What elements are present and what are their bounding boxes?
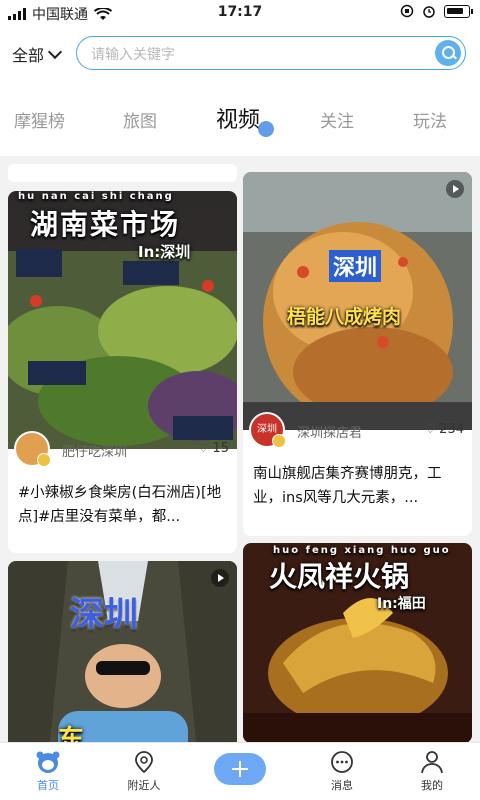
overlay-title: 深圳: [70, 595, 138, 635]
video-thumbnail: hu nan cai shi chang 湖南菜市场 In:深圳: [8, 191, 237, 449]
active-tab-indicator: [258, 121, 274, 137]
video-card[interactable]: 深圳 梧能八成烤肉 深圳 深圳探店君 ♡ 234 南山旗舰店集齐赛博朋克，工业，i…: [243, 172, 472, 536]
video-card[interactable]: 深圳 东: [8, 561, 237, 742]
like-count[interactable]: ♡ 234: [425, 422, 464, 437]
verified-badge-icon: [272, 434, 286, 448]
scope-dropdown[interactable]: 全部: [12, 42, 63, 66]
video-thumbnail: huo feng xiang huo guo 火凤祥火锅 In:福田: [243, 543, 472, 742]
tab-moxing-rank[interactable]: 摩猩榜: [14, 107, 65, 132]
card-description: 南山旗舰店集齐赛博朋克，工业，ins风等几大元素，...: [253, 466, 442, 506]
nav-nearby[interactable]: 附近人: [114, 749, 174, 793]
video-thumbnail: 深圳 东: [8, 561, 237, 742]
nav-profile[interactable]: 我的: [402, 749, 462, 793]
tab-follow[interactable]: 关注: [320, 107, 354, 132]
video-card[interactable]: huo feng xiang huo guo 火凤祥火锅 In:福田: [243, 543, 472, 742]
avatar[interactable]: 深圳: [249, 412, 286, 448]
alarm-icon: [423, 6, 435, 18]
overlay-title: 湖南菜市场: [30, 208, 181, 241]
avatar-text: 深圳: [257, 424, 277, 435]
tab-video[interactable]: 视频: [216, 102, 260, 134]
nav-home[interactable]: 首页: [18, 749, 78, 793]
status-bar: 中国联通 17:17: [0, 0, 480, 26]
status-right: [400, 4, 473, 18]
nav-messages[interactable]: 消息: [312, 749, 372, 793]
nav-nearby-label: 附近人: [127, 779, 161, 792]
home-mascot-icon: [36, 751, 60, 773]
overlay-subtitle: In:福田: [377, 596, 426, 612]
video-feed[interactable]: hu nan cai shi chang 湖南菜市场 In:深圳 肥仔吃深圳 ♡…: [0, 156, 480, 742]
search-icon[interactable]: [435, 40, 461, 66]
search-input[interactable]: 请输入关键字: [76, 36, 466, 70]
play-icon: [211, 569, 229, 587]
overlay-subtitle: 东: [58, 725, 85, 742]
location-pin-icon: [135, 751, 153, 774]
card-description: #小辣椒乡食柴房(白石洲店)[地点]#店里没有菜单，都...: [18, 485, 222, 525]
chevron-down-icon: [47, 44, 63, 59]
message-icon: [331, 751, 353, 773]
like-count-value: 15: [212, 441, 229, 456]
video-card[interactable]: hu nan cai shi chang 湖南菜市场 In:深圳 肥仔吃深圳 ♡…: [8, 191, 237, 553]
author-name[interactable]: 肥仔吃深圳: [62, 441, 127, 460]
play-icon: [446, 180, 464, 198]
bottom-nav: 首页 附近人 消息 我的: [0, 742, 480, 800]
verified-badge-icon: [37, 453, 51, 467]
nav-home-label: 首页: [37, 779, 59, 792]
tab-travel-map[interactable]: 旅图: [123, 107, 157, 132]
overlay-title: 火凤祥火锅: [269, 560, 410, 593]
overlay-subtitle: In:深圳: [138, 243, 191, 261]
overlay-pinyin: hu nan cai shi chang: [18, 191, 174, 202]
author-name[interactable]: 深圳探店君: [297, 422, 362, 441]
nav-messages-label: 消息: [331, 779, 353, 792]
feed-top-spacer: [8, 164, 237, 182]
thumbnail-image: [243, 172, 472, 430]
rotation-lock-icon: [400, 4, 414, 18]
like-count-value: 234: [439, 422, 464, 437]
overlay-subtitle: 梧能八成烤肉: [287, 306, 402, 328]
user-icon: [421, 751, 443, 774]
like-count[interactable]: ♡ 15: [198, 441, 229, 456]
avatar[interactable]: [14, 431, 51, 467]
tab-bar: 摩猩榜 旅图 视频 关注 玩法: [0, 101, 480, 141]
overlay-title: 深圳: [329, 250, 382, 282]
create-post-button[interactable]: [214, 753, 266, 785]
scope-label: 全部: [12, 46, 45, 65]
nav-profile-label: 我的: [421, 779, 443, 792]
heart-icon: ♡: [424, 422, 437, 437]
battery-icon: [444, 4, 473, 18]
heart-icon: ♡: [197, 441, 210, 456]
card-meta: 深圳 深圳探店君 ♡ 234: [249, 412, 466, 448]
card-meta: 肥仔吃深圳 ♡ 15: [14, 431, 231, 467]
search-placeholder: 请输入关键字: [91, 47, 175, 63]
header: 全部 请输入关键字 摩猩榜 旅图 视频 关注 玩法: [0, 26, 480, 156]
video-thumbnail: 深圳 梧能八成烤肉: [243, 172, 472, 430]
tab-play[interactable]: 玩法: [413, 107, 447, 132]
